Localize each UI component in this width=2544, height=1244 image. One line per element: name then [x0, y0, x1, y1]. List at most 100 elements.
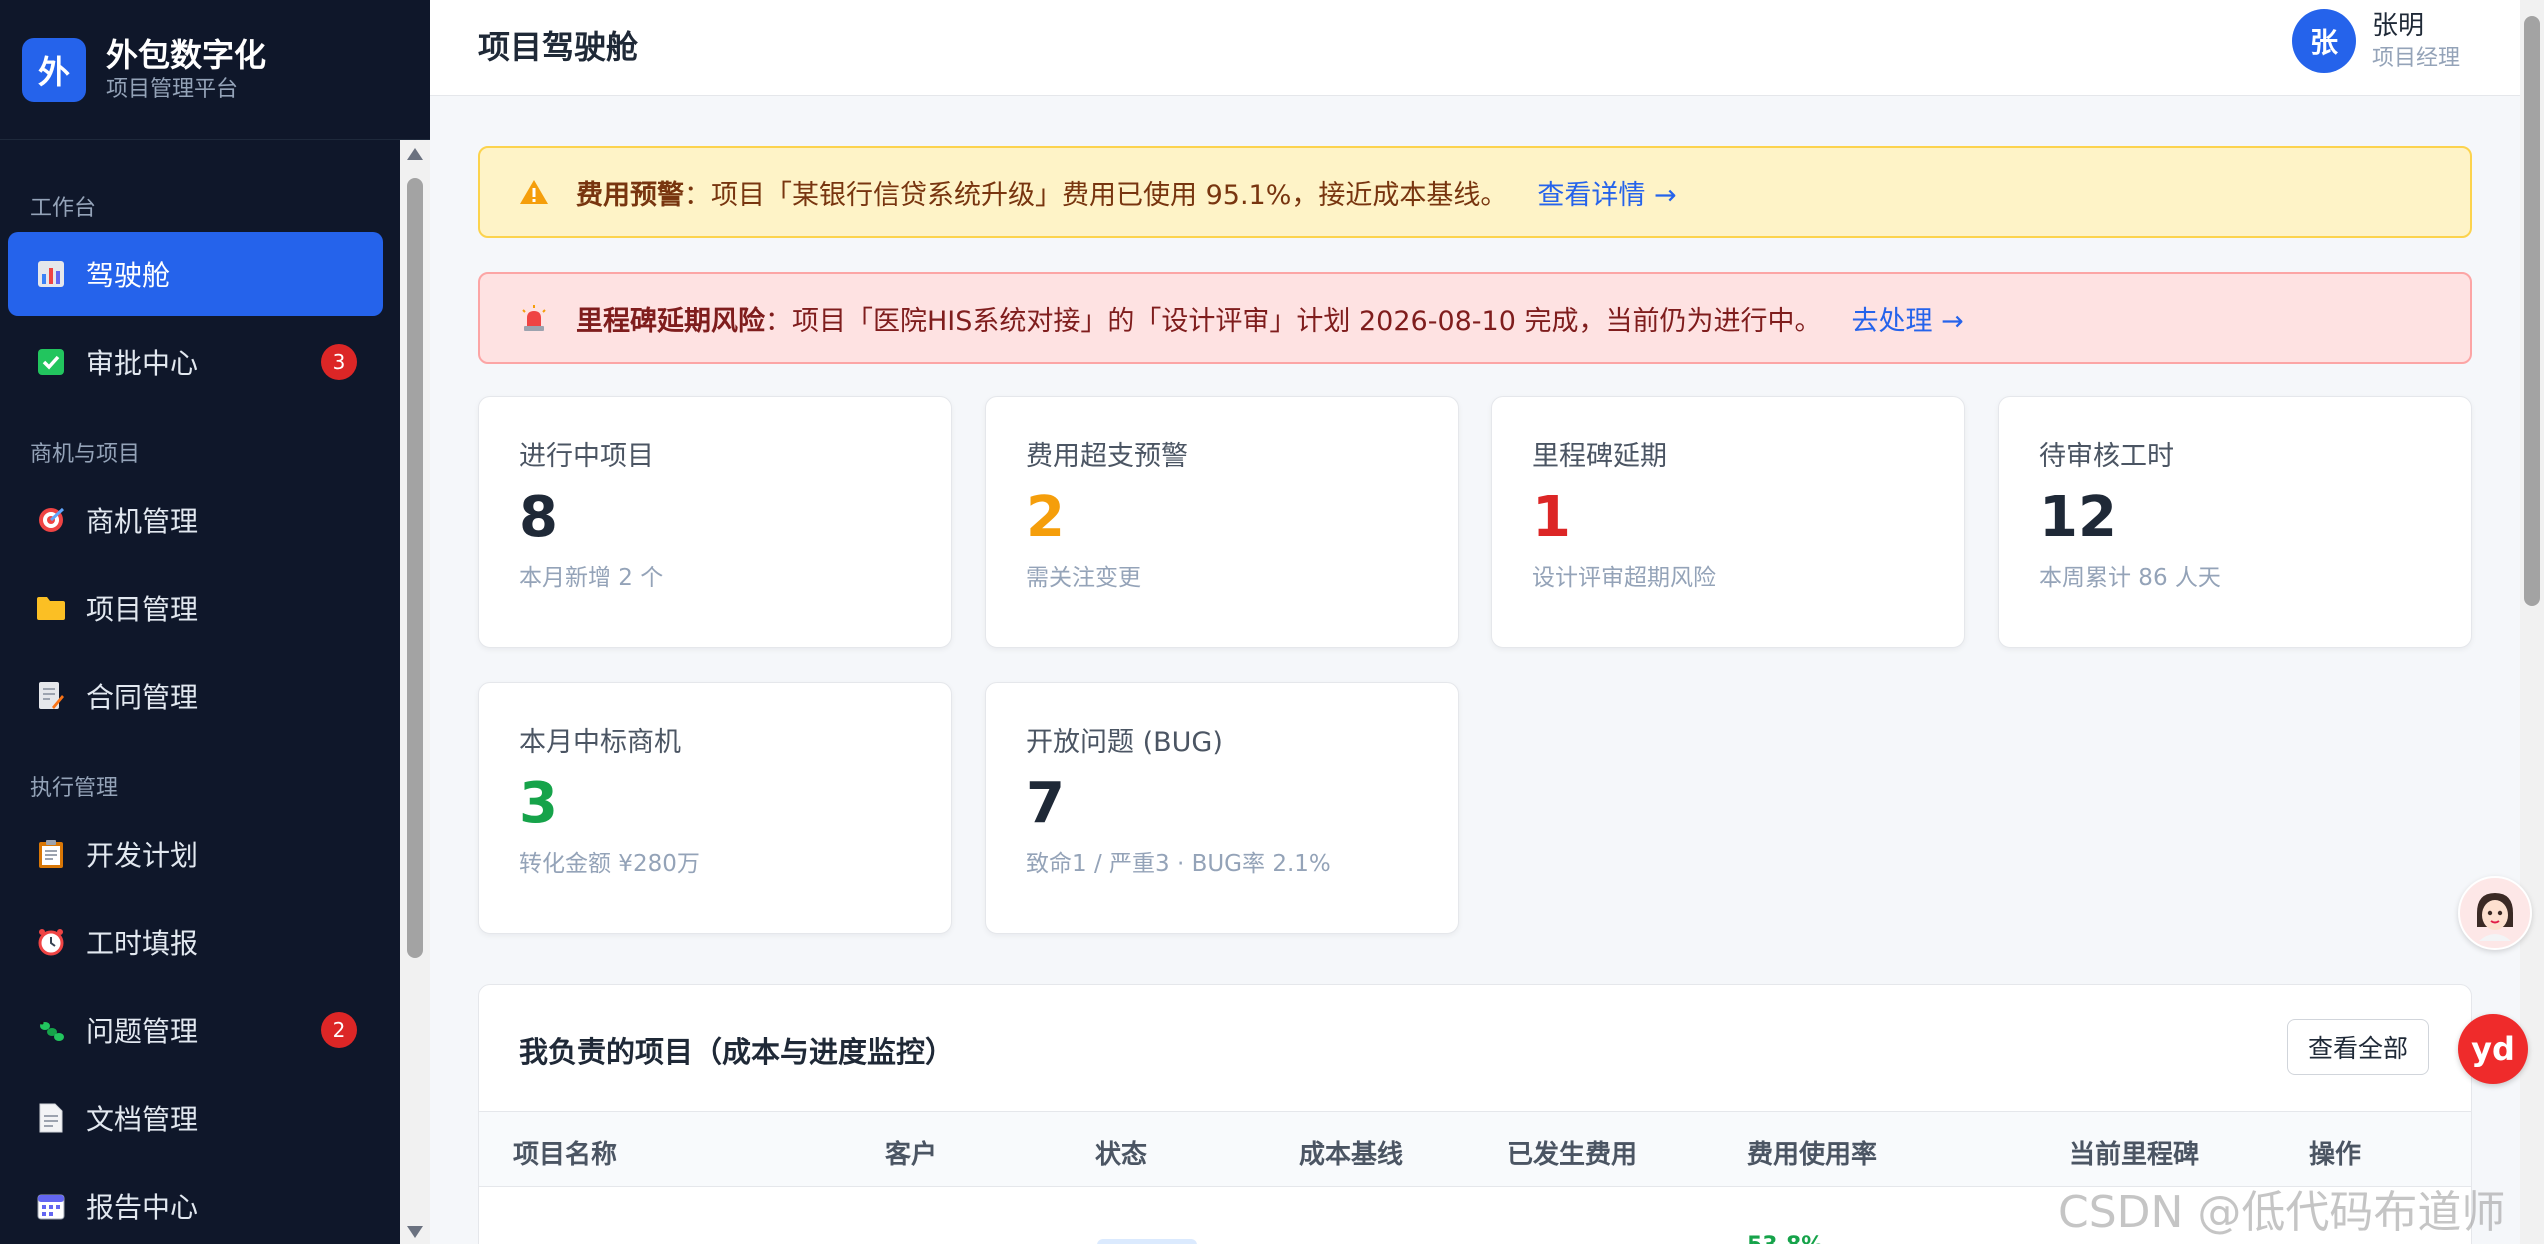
cost-warning-alert: 费用预警 ：项目「某银行信贷系统升级」费用已使用 95.1%，接近成本基线。 查… — [478, 146, 2472, 238]
stat-subtext: 需关注变更 — [1026, 565, 1141, 591]
panel-title: 我负责的项目（成本与进度监控） — [519, 1035, 955, 1069]
sidebar-item-label: 问题管理 — [86, 1015, 199, 1048]
calendar-icon — [34, 1189, 68, 1223]
top-header: 项目驾驶舱 张 张明 项目经理 — [430, 0, 2520, 96]
stat-label: 开放问题 (BUG) — [1026, 727, 1223, 758]
stat-label: 里程碑延期 — [1532, 441, 1667, 472]
nav-group-execution: 执行管理 — [30, 776, 119, 801]
alert-title: 费用预警 — [576, 179, 684, 211]
sidebar-item-label: 报告中心 — [86, 1191, 199, 1224]
stat-value: 1 — [1532, 485, 1571, 550]
sidebar-item-cockpit[interactable]: 驾驶舱 — [8, 232, 383, 316]
nav-group-workbench: 工作台 — [30, 196, 97, 221]
stat-value: 12 — [2039, 485, 2117, 550]
scroll-down-arrow-icon[interactable] — [407, 1226, 423, 1238]
bug-icon — [34, 1013, 68, 1047]
sidebar-item-label: 工时填报 — [86, 927, 199, 960]
watermark: CSDN @低代码布道师 — [2058, 1187, 2506, 1238]
sidebar-item-label: 商机管理 — [86, 505, 199, 538]
stat-card-active-projects[interactable]: 进行中项目 8 本月新增 2 个 — [478, 396, 952, 648]
stat-subtext: 致命1 / 严重3 · BUG率 2.1% — [1026, 851, 1331, 877]
stat-card-pending-hours[interactable]: 待审核工时 12 本周累计 86 人天 — [1998, 396, 2472, 648]
stat-card-milestone-delay[interactable]: 里程碑延期 1 设计评审超期风险 — [1491, 396, 1965, 648]
user-menu[interactable]: 张 张明 项目经理 — [2291, 8, 2460, 74]
stat-value: 7 — [1026, 771, 1065, 836]
user-role: 项目经理 — [2371, 46, 2460, 71]
scroll-up-arrow-icon[interactable] — [407, 148, 423, 160]
warning-icon — [516, 179, 552, 205]
main-scrollbar-thumb[interactable] — [2524, 16, 2540, 606]
stat-card-won-opportunities[interactable]: 本月中标商机 3 转化金额 ¥280万 — [478, 682, 952, 934]
status-badge — [1097, 1239, 1197, 1244]
siren-icon — [516, 304, 552, 332]
sidebar-item-issues[interactable]: 问题管理 2 — [8, 988, 383, 1072]
document-edit-icon — [34, 679, 68, 713]
sidebar-item-label: 开发计划 — [86, 839, 199, 872]
sidebar-item-documents[interactable]: 文档管理 — [8, 1076, 383, 1160]
stat-subtext: 本月新增 2 个 — [519, 565, 664, 591]
alert-message: ：项目「医院HIS系统对接」的「设计评审」计划 2026-08-10 完成，当前… — [765, 305, 1822, 337]
column-header-current-milestone[interactable]: 当前里程碑 — [2069, 1134, 2199, 1171]
stat-value: 3 — [519, 771, 558, 836]
stat-subtext: 转化金额 ¥280万 — [519, 851, 700, 877]
stat-label: 本月中标商机 — [519, 727, 681, 758]
cost-usage-value: 53.8% — [1747, 1233, 1823, 1244]
stat-label: 费用超支预警 — [1026, 441, 1188, 472]
sidebar-item-label: 文档管理 — [86, 1103, 199, 1136]
clipboard-icon — [34, 837, 68, 871]
sidebar-item-label: 合同管理 — [86, 681, 199, 714]
stat-label: 待审核工时 — [2039, 441, 2174, 472]
check-icon — [34, 345, 68, 379]
column-header-cost-usage[interactable]: 费用使用率 — [1747, 1134, 1877, 1171]
view-details-link[interactable]: 查看详情 → — [1537, 173, 1676, 212]
sidebar-item-contracts[interactable]: 合同管理 — [8, 654, 383, 738]
assistant-avatar-icon[interactable] — [2458, 876, 2532, 950]
stat-card-open-bugs[interactable]: 开放问题 (BUG) 7 致命1 / 严重3 · BUG率 2.1% — [985, 682, 1459, 934]
alert-message: ：项目「某银行信贷系统升级」费用已使用 95.1%，接近成本基线。 — [684, 179, 1508, 211]
stat-subtext: 设计评审超期风险 — [1532, 565, 1716, 591]
brand-subtitle: 项目管理平台 — [106, 76, 239, 102]
nav-group-business: 商机与项目 — [30, 442, 141, 467]
column-header-incurred-cost[interactable]: 已发生费用 — [1507, 1134, 1637, 1171]
folder-icon — [34, 591, 68, 625]
view-all-button[interactable]: 查看全部 — [2287, 1019, 2429, 1075]
column-header-actions: 操作 — [2309, 1140, 2362, 1170]
column-header-cost-baseline[interactable]: 成本基线 — [1299, 1134, 1403, 1171]
page-title: 项目驾驶舱 — [478, 28, 639, 66]
alert-title: 里程碑延期风险 — [576, 305, 765, 337]
brand-title: 外包数字化 — [106, 35, 267, 74]
sidebar-scrollbar-thumb[interactable] — [407, 178, 423, 958]
user-name: 张明 — [2371, 11, 2424, 41]
column-header-status[interactable]: 状态 — [1095, 1134, 1147, 1171]
alarm-clock-icon — [34, 925, 68, 959]
issues-count-badge: 2 — [321, 1012, 357, 1048]
stat-value: 2 — [1026, 485, 1065, 550]
approval-count-badge: 3 — [321, 344, 357, 380]
sidebar-item-label: 审批中心 — [86, 347, 199, 380]
milestone-risk-alert: 里程碑延期风险 ：项目「医院HIS系统对接」的「设计评审」计划 2026-08-… — [478, 272, 2472, 364]
sidebar-item-reports[interactable]: 报告中心 — [8, 1164, 383, 1244]
target-icon — [34, 503, 68, 537]
sidebar-item-label: 驾驶舱 — [86, 259, 171, 292]
brand-logo: 外 — [22, 37, 86, 102]
sidebar-scrollbar[interactable] — [400, 140, 430, 1244]
sidebar: 外 外包数字化 项目管理平台 工作台 驾驶舱 审批中心 3 商机与项目 商机管理 — [0, 0, 430, 1244]
sidebar-item-dev-plan[interactable]: 开发计划 — [8, 812, 383, 896]
stat-label: 进行中项目 — [519, 441, 654, 472]
sidebar-item-opportunities[interactable]: 商机管理 — [8, 478, 383, 562]
sidebar-item-projects[interactable]: 项目管理 — [8, 566, 383, 650]
yd-floating-button[interactable]: yd — [2458, 1014, 2528, 1084]
column-header-project-name[interactable]: 项目名称 — [513, 1134, 617, 1171]
avatar[interactable]: 张 — [2291, 9, 2356, 73]
column-header-client[interactable]: 客户 — [885, 1134, 937, 1171]
go-handle-link[interactable]: 去处理 → — [1851, 299, 1963, 338]
file-icon — [34, 1101, 68, 1135]
stat-card-cost-overrun[interactable]: 费用超支预警 2 需关注变更 — [985, 396, 1459, 648]
stat-subtext: 本周累计 86 人天 — [2039, 565, 2221, 591]
sidebar-nav: 工作台 驾驶舱 审批中心 3 商机与项目 商机管理 项目管理 合同管理 执行管理… — [0, 140, 400, 1244]
chart-icon — [34, 257, 68, 291]
sidebar-item-label: 项目管理 — [86, 593, 199, 626]
sidebar-item-approval[interactable]: 审批中心 3 — [8, 320, 383, 404]
brand: 外 外包数字化 项目管理平台 — [0, 0, 430, 140]
sidebar-item-timesheet[interactable]: 工时填报 — [8, 900, 383, 984]
